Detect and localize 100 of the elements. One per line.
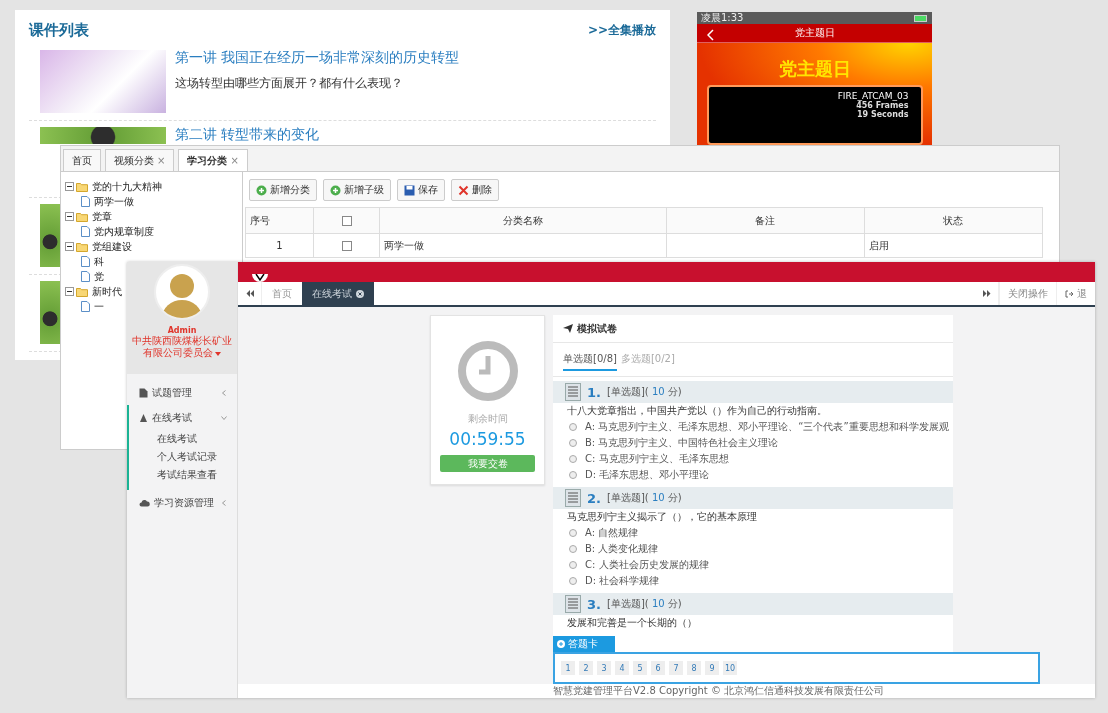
checkbox[interactable] [341, 241, 352, 251]
menu-item[interactable]: 学习资源管理 [129, 490, 237, 515]
column-header: 分类名称 [379, 207, 666, 234]
radio-button[interactable] [569, 577, 577, 585]
option-label[interactable]: A: 马克思列宁主义、毛泽东思想、邓小平理论、“三个代表”重要思想和科学发展观 [585, 420, 949, 434]
submenu-item[interactable]: 在线考试 [129, 430, 237, 448]
tree-item[interactable]: 党的十九大精神 [92, 179, 162, 194]
radio-button[interactable] [569, 439, 577, 447]
sign-out-icon [1065, 289, 1074, 298]
document-icon [81, 226, 90, 237]
radio-button[interactable] [569, 471, 577, 479]
double-chevron-right-icon [982, 290, 991, 297]
question-number-button[interactable]: 4 [615, 661, 629, 675]
course-description: 这场转型由哪些方面展开？都有什么表现？ [175, 75, 404, 92]
question-meta: [单选题]( 10 分) [607, 385, 682, 399]
video-player[interactable]: FIRE_ATCAM_03 456 Frames 19 Seconds [706, 85, 923, 145]
photo-placeholder[interactable] [40, 281, 60, 344]
question-number-button[interactable]: 9 [705, 661, 719, 675]
photo-placeholder[interactable] [40, 127, 166, 144]
play-all-link[interactable]: >>全集播放 [587, 21, 656, 39]
caret-icon [215, 352, 221, 356]
option-label[interactable]: B: 马克思列宁主义、中国特色社会主义理论 [585, 436, 779, 450]
option-label[interactable]: B: 人类变化规律 [585, 542, 659, 556]
logo-icon [252, 274, 268, 282]
tab[interactable]: 学习分类 × [178, 149, 248, 171]
question-text: 发展和完善是一个长期的（） [566, 616, 698, 630]
chevron-left-icon[interactable] [221, 389, 227, 396]
status-time: 凌晨1:33 [701, 12, 744, 24]
tree-item[interactable]: 党内规章制度 [94, 224, 154, 239]
collapse-icon[interactable] [65, 242, 74, 251]
tab[interactable]: 单选题[0/8] [563, 348, 617, 371]
toolbar-button[interactable]: 新增分类 [249, 179, 317, 201]
chevron-down-icon[interactable] [221, 414, 227, 421]
menu-item[interactable]: 试题管理 [129, 380, 237, 405]
tree-item[interactable]: 党组建设 [92, 239, 132, 254]
folder-icon [76, 241, 88, 252]
toolbar-button[interactable]: 新增子级 [323, 179, 391, 201]
double-chevron-left-icon [245, 290, 254, 297]
tree-item[interactable]: 两学一做 [94, 194, 134, 209]
course-title-link[interactable]: 第一讲 我国正在经历一场非常深刻的历史转型 [175, 50, 460, 65]
folder-icon [76, 286, 88, 297]
radio-button[interactable] [569, 561, 577, 569]
question-number: 3. [587, 596, 601, 612]
tab[interactable]: 在线考试 [302, 282, 374, 305]
tab[interactable]: 视频分类 × [105, 149, 175, 171]
question-number-button[interactable]: 3 [597, 661, 611, 675]
plus-icon [330, 184, 341, 196]
submenu-item[interactable]: 考试结果查看 [129, 466, 237, 484]
close-icon[interactable] [356, 289, 364, 298]
panel-title: 课件列表 [29, 20, 89, 40]
question-number-button[interactable]: 5 [633, 661, 647, 675]
course-title-link[interactable]: 第二讲 转型带来的变化 [175, 127, 320, 142]
checkbox[interactable] [341, 216, 352, 226]
banner-title: 党主题日 [778, 57, 851, 81]
question-number-button[interactable]: 2 [579, 661, 593, 675]
question-text: 十八大党章指出，中国共产党以（）作为自己的行动指南。 [566, 404, 828, 418]
tree-item[interactable]: 新时代 [92, 284, 122, 299]
collapse-icon[interactable] [65, 212, 74, 221]
table-cell: 两学一做 [379, 233, 666, 258]
document-icon [81, 196, 90, 207]
toolbar-button[interactable]: 删除 [451, 179, 499, 201]
option-label[interactable]: C: 人类社会历史发展的规律 [585, 558, 709, 572]
question-number-button[interactable]: 8 [687, 661, 701, 675]
option-label[interactable]: A: 自然规律 [585, 526, 639, 540]
collapse-icon[interactable] [65, 182, 74, 191]
question-number-button[interactable]: 7 [669, 661, 683, 675]
question-number-button[interactable]: 6 [651, 661, 665, 675]
menu-item[interactable]: 在线考试 [129, 405, 237, 430]
tree-item[interactable]: 党 [94, 269, 104, 284]
radio-button[interactable] [569, 455, 577, 463]
organization-name[interactable]: 中共陕西陕煤彬长矿业有限公司委员会 [130, 335, 234, 359]
option-label[interactable]: D: 社会科学规律 [585, 574, 660, 588]
radio-button[interactable] [569, 423, 577, 431]
tab[interactable]: 首页 [63, 149, 101, 171]
slide-thumbnail[interactable] [40, 50, 166, 113]
question-number-button[interactable]: 10 [723, 661, 737, 675]
tree-item[interactable]: 一 [94, 299, 104, 314]
submenu-item[interactable]: 个人考试记录 [129, 448, 237, 466]
table-cell: 1 [245, 233, 314, 258]
column-header: 状态 [864, 207, 1043, 234]
option-label[interactable]: D: 毛泽东思想、邓小平理论 [585, 468, 710, 482]
radio-button[interactable] [569, 529, 577, 537]
chevron-left-icon[interactable] [221, 499, 227, 506]
photo-placeholder[interactable] [40, 204, 60, 267]
tree-item[interactable]: 科 [94, 254, 104, 269]
toolbar-button[interactable]: 保存 [397, 179, 445, 201]
file-icon [139, 387, 148, 398]
clock-icon [456, 340, 519, 402]
document-icon [81, 271, 90, 282]
document-icon [81, 256, 90, 267]
option-label[interactable]: C: 马克思列宁主义、毛泽东思想 [585, 452, 729, 466]
back-icon[interactable] [707, 29, 714, 41]
video-duration: 19 Seconds [856, 110, 909, 119]
radio-button[interactable] [569, 545, 577, 553]
panel-title: 模拟试卷 [577, 321, 617, 336]
collapse-icon[interactable] [65, 287, 74, 296]
question-number-button[interactable]: 1 [561, 661, 575, 675]
question-number: 2. [587, 490, 601, 506]
tree-item[interactable]: 党章 [92, 209, 112, 224]
table-cell: 启用 [864, 233, 1043, 258]
